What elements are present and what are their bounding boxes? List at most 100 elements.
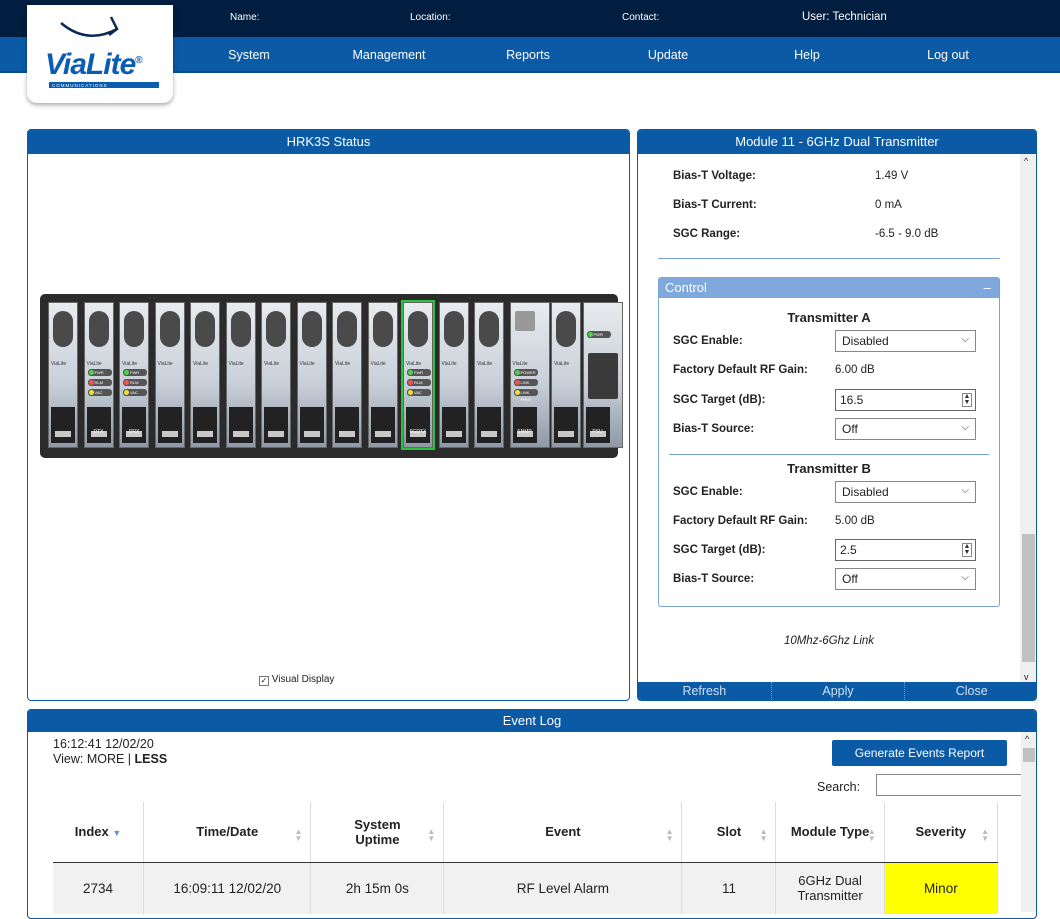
rack-slot-11[interactable]: ViaLite FWR RLM VAC 6GDTX [401, 300, 435, 450]
slot-brand-label: ViaLite [193, 361, 209, 367]
status-led: FWR [123, 369, 147, 376]
latch-bar-icon [55, 431, 71, 437]
location-label: Location: [410, 12, 451, 23]
slot-brand-label: ViaLite [299, 361, 315, 367]
rack-slot-10[interactable]: ViaLite [367, 302, 398, 448]
col-time-date[interactable]: Time/Date ▲ ▼ [143, 802, 312, 863]
slot-brand-label: ViaLite [554, 361, 570, 367]
slot-brand-label: ViaLite [441, 361, 457, 367]
user-label: User: Technician [802, 11, 887, 23]
slot-handle-icon [53, 311, 73, 347]
visual-display-label: Visual Display [271, 674, 335, 685]
scroll-thumb[interactable] [1023, 748, 1035, 762]
slot-handle-icon [230, 311, 251, 347]
slot-latch [51, 407, 75, 443]
rack-slot-1[interactable]: ViaLite [48, 302, 78, 448]
event-log-timestamp: 16:12:41 12/02/20 [53, 737, 154, 751]
slot-handle-icon [301, 311, 322, 347]
rack-slot-9[interactable]: ViaLite [332, 302, 362, 448]
event-log-panel: Event Log 16:12:41 12/02/20 View: MORE |… [27, 709, 1037, 919]
bias-voltage-label: Bias-T Voltage: [673, 170, 756, 182]
sgc-range-value: -6.5 - 9.0 dB [875, 228, 939, 240]
vialite-logo[interactable]: ViaLite® COMMUNICATIONS [27, 5, 173, 103]
module-scrollbar[interactable]: ^ v [1020, 154, 1036, 684]
nav-management[interactable]: Management [353, 48, 426, 62]
slot-brand-label: ViaLite [335, 361, 351, 367]
bias-current-label: Bias-T Current: [673, 199, 757, 211]
view-less-link[interactable]: LESS [135, 752, 168, 766]
rack-slot-6[interactable]: ViaLite [225, 302, 256, 448]
slot-latch [86, 407, 111, 443]
nav-update[interactable]: Update [648, 48, 688, 62]
status-led: POWER [513, 369, 538, 376]
rack-slot-14[interactable]: ViaLite POWER LINK REARLINK FRNT SNMP [509, 302, 550, 448]
scroll-down-icon[interactable]: v [1024, 672, 1029, 682]
view-more-link[interactable]: MORE [87, 752, 125, 766]
slot-latch [193, 407, 217, 443]
rack-slot-8[interactable]: ViaLite [296, 302, 327, 448]
col-slot[interactable]: Slot ▲ ▼ [681, 802, 777, 863]
rack-slot-7[interactable]: ViaLite [261, 302, 291, 448]
cell-event: RF Level Alarm [443, 862, 683, 914]
rack-slot-12[interactable]: ViaLite [438, 302, 469, 448]
col-event[interactable]: Event ▲ ▼ [443, 802, 683, 863]
nav-system[interactable]: System [228, 48, 270, 62]
close-button[interactable]: Close [904, 682, 1036, 700]
tx-b-sgc-enable-select[interactable]: Disabled ⌵ [835, 481, 976, 503]
col-severity[interactable]: Severity ▲ ▼ [884, 802, 999, 863]
slot-handle-icon [587, 353, 618, 399]
latch-bar-icon [303, 431, 320, 437]
event-log-scrollbar[interactable]: ^ [1021, 732, 1036, 912]
spinner-icon[interactable]: ▲ ▼ [962, 543, 972, 557]
status-led: RLM [123, 379, 147, 386]
tx-a-bias-source-label: Bias-T Source: [673, 423, 755, 435]
rack-slot-16[interactable]: PWR PSU [582, 302, 623, 448]
rack-slot-4[interactable]: ViaLite [154, 302, 185, 448]
tx-b-sgc-enable-label: SGC Enable: [673, 486, 743, 498]
tx-a-sgc-target-input[interactable]: 16.5 ▲ ▼ [835, 389, 976, 411]
slot-handle-icon [195, 311, 215, 347]
slot-handle-icon [514, 311, 535, 331]
spinner-icon[interactable]: ▲ ▼ [962, 393, 972, 407]
name-label: Name: [230, 12, 260, 23]
collapse-icon[interactable]: – [984, 278, 991, 298]
visual-display-checkbox[interactable]: ✓ [259, 676, 269, 686]
status-led: FWR [87, 369, 112, 376]
tx-b-bias-source-select[interactable]: Off ⌵ [835, 568, 976, 590]
scroll-thumb[interactable] [1022, 534, 1035, 662]
tx-b-sgc-target-input[interactable]: 2.5 ▲ ▼ [835, 539, 976, 561]
nav-help[interactable]: Help [794, 48, 820, 62]
rack-slot-15[interactable]: ViaLite [551, 302, 581, 448]
refresh-button[interactable]: Refresh [638, 682, 771, 700]
slot-handle-icon [372, 311, 393, 347]
col-system-uptime[interactable]: System Uptime ▲ ▼ [310, 802, 445, 863]
slot-handle-icon [337, 311, 357, 347]
tx-a-bias-source-select[interactable]: Off ⌵ [835, 418, 976, 440]
rack-slot-5[interactable]: ViaLite [190, 302, 220, 448]
table-row[interactable]: 2734 16:09:11 12/02/20 2h 15m 0s RF Leve… [53, 862, 999, 914]
tx-a-sgc-enable-select[interactable]: Disabled ⌵ [835, 330, 976, 352]
scroll-up-icon[interactable]: ^ [1025, 734, 1029, 744]
registered-mark: ® [135, 55, 142, 66]
control-section: Control – Transmitter A SGC Enable: Disa… [658, 277, 1000, 607]
rack-slot-13[interactable]: ViaLite [474, 302, 504, 448]
slot-brand-label: ViaLite [228, 361, 244, 367]
nav-reports[interactable]: Reports [506, 48, 550, 62]
contact-label: Contact: [622, 12, 660, 23]
col-index[interactable]: Index ▼ [53, 802, 145, 863]
status-led: RLM [87, 379, 112, 386]
bias-current-value: 0 mA [875, 199, 902, 211]
rack-slot-2[interactable]: ViaLite FWR RLM VAC DTX [83, 302, 114, 448]
slot-brand-label: ViaLite [122, 361, 138, 367]
nav-logout[interactable]: Log out [927, 48, 969, 62]
col-module-type[interactable]: Module Type ▲ ▼ [775, 802, 885, 863]
scroll-up-icon[interactable]: ^ [1024, 156, 1028, 166]
cell-uptime: 2h 15m 0s [310, 862, 445, 914]
latch-bar-icon [481, 431, 497, 437]
slot-module-name: 6GDTX [409, 429, 427, 435]
apply-button[interactable]: Apply [770, 682, 905, 700]
sort-icon: ▲ ▼ [867, 827, 876, 843]
generate-events-report-button[interactable]: Generate Events Report [832, 740, 1007, 766]
rack-slot-3[interactable]: ViaLite FWR RLM VAC DRX [119, 302, 149, 448]
search-input[interactable] [876, 774, 1022, 796]
